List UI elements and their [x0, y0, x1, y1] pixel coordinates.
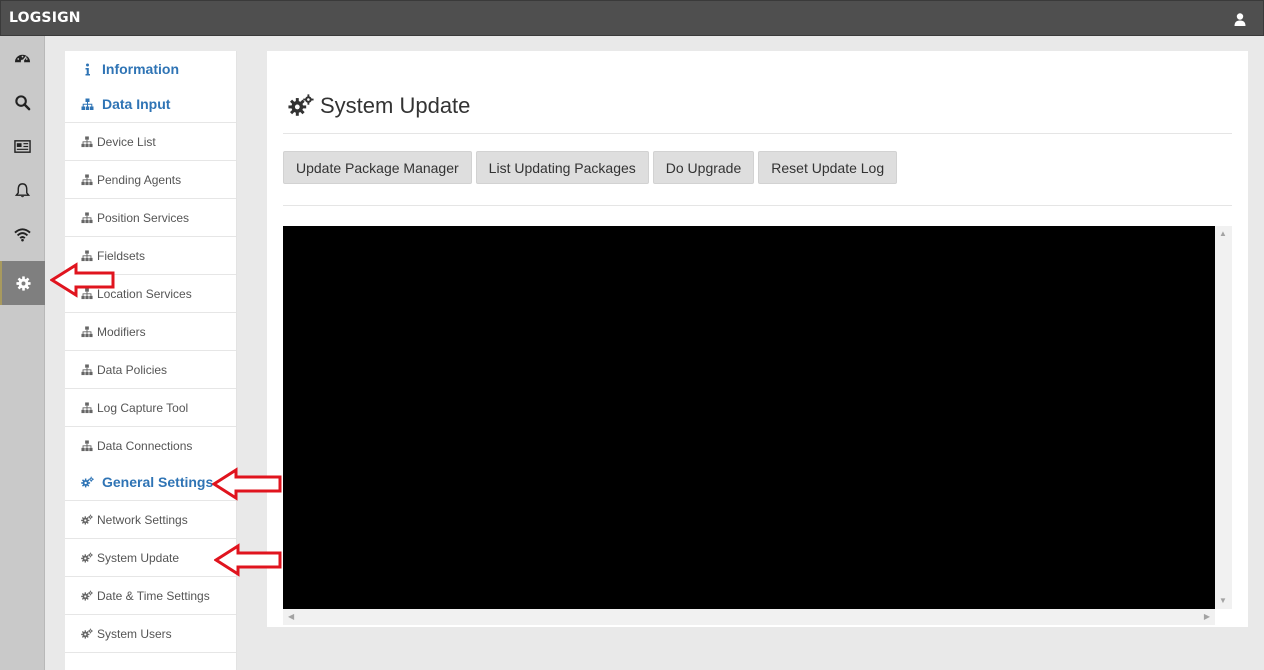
- nav-data-input[interactable]: Data Input: [81, 96, 170, 112]
- nav-item-label: Date & Time Settings: [97, 588, 210, 603]
- search-nav-button[interactable]: [0, 80, 45, 124]
- nav-item-label: Pending Agents: [97, 172, 182, 187]
- divider: [283, 205, 1232, 206]
- do-upgrade-button[interactable]: Do Upgrade: [652, 151, 755, 184]
- nav-item-data-connections[interactable]: Data Connections: [65, 426, 236, 464]
- sitemap-icon: [81, 249, 93, 261]
- sitemap-icon: [81, 135, 93, 147]
- list-updating-packages-button[interactable]: List Updating Packages: [475, 151, 649, 184]
- nav-item-label: Log Capture Tool: [97, 400, 189, 415]
- nav-item-label: Data Policies: [97, 362, 168, 377]
- user-icon[interactable]: [1233, 12, 1247, 26]
- action-buttons: Update Package Manager List Updating Pac…: [283, 151, 901, 184]
- nav-item-modifiers[interactable]: Modifiers: [65, 312, 236, 350]
- sitemap-icon: [81, 401, 93, 413]
- annotation-arrow-left: [214, 543, 282, 577]
- update-log-console[interactable]: [283, 226, 1215, 609]
- divider: [283, 133, 1232, 134]
- gears-icon: [81, 476, 94, 487]
- page-title-text: System Update: [320, 93, 471, 118]
- bell-icon: [14, 182, 31, 197]
- top-bar: LOGSIGN: [0, 0, 1264, 36]
- gears-icon: [81, 514, 93, 525]
- gears-icon: [81, 590, 93, 601]
- dashboard-icon: [14, 54, 31, 63]
- sitemap-icon: [81, 439, 93, 451]
- main-content: System Update Update Package Manager Lis…: [267, 51, 1248, 627]
- sitemap-icon: [81, 211, 93, 223]
- icon-sidebar: [0, 36, 45, 670]
- nav-item-position-services[interactable]: Position Services: [65, 198, 236, 236]
- nav-item-label: Position Services: [97, 210, 190, 225]
- scroll-right-icon[interactable]: ▶: [1204, 612, 1210, 621]
- sitemap-icon: [81, 363, 93, 375]
- gears-icon: [81, 628, 93, 639]
- gears-icon: [288, 94, 314, 116]
- update-package-manager-button[interactable]: Update Package Manager: [283, 151, 472, 184]
- nav-item-label: System Users: [97, 626, 172, 641]
- nav-item-label: System Update: [97, 550, 180, 565]
- sitemap-icon: [81, 325, 93, 337]
- nav-item-label: Fieldsets: [97, 248, 146, 263]
- scroll-down-icon[interactable]: ▼: [1219, 596, 1227, 605]
- scroll-up-icon[interactable]: ▲: [1219, 229, 1227, 238]
- dashboard-nav-button[interactable]: [0, 36, 45, 80]
- nav-item-more[interactable]: [65, 652, 236, 670]
- nav-item-log-capture-tool[interactable]: Log Capture Tool: [65, 388, 236, 426]
- horizontal-scrollbar[interactable]: ◀ ▶: [283, 609, 1215, 625]
- gear-icon: [16, 275, 31, 291]
- brand-logo: LOGSIGN: [9, 10, 81, 26]
- nav-item-date-time-settings[interactable]: Date & Time Settings: [65, 576, 236, 614]
- settings-nav-button[interactable]: [0, 261, 45, 305]
- nav-item-network-settings[interactable]: Network Settings: [65, 500, 236, 538]
- network-nav-button[interactable]: [0, 212, 45, 256]
- nav-item-system-users[interactable]: System Users: [65, 614, 236, 652]
- sitemap-icon: [81, 173, 93, 185]
- page-title: System Update: [288, 93, 470, 119]
- nav-information[interactable]: Information: [81, 61, 179, 77]
- info-icon: [85, 63, 90, 75]
- scroll-left-icon[interactable]: ◀: [288, 612, 294, 621]
- nav-general-settings-label: General Settings: [102, 474, 214, 490]
- nav-item-data-policies[interactable]: Data Policies: [65, 350, 236, 388]
- alerts-nav-button[interactable]: [0, 168, 45, 212]
- nav-item-label: Modifiers: [97, 324, 146, 339]
- annotation-arrow-left: [50, 262, 115, 298]
- nav-item-label: Data Connections: [97, 438, 193, 453]
- search-icon: [15, 94, 31, 110]
- nav-item-system-update[interactable]: System Update: [65, 538, 236, 576]
- settings-navigation: Information Data Input Device List Pendi…: [65, 51, 237, 670]
- newspaper-icon: [14, 139, 31, 153]
- reports-nav-button[interactable]: [0, 124, 45, 168]
- nav-item-label: Device List: [97, 134, 156, 149]
- nav-item-pending-agents[interactable]: Pending Agents: [65, 160, 236, 198]
- nav-data-input-label: Data Input: [102, 96, 171, 112]
- wifi-icon: [14, 227, 31, 241]
- nav-item-label: Network Settings: [97, 512, 188, 527]
- nav-item-device-list[interactable]: Device List: [65, 122, 236, 160]
- reset-update-log-button[interactable]: Reset Update Log: [758, 151, 898, 184]
- vertical-scrollbar[interactable]: ▲ ▼: [1215, 226, 1232, 609]
- sitemap-icon: [81, 98, 94, 110]
- nav-information-label: Information: [102, 61, 179, 77]
- nav-general-settings[interactable]: General Settings: [81, 474, 213, 490]
- annotation-arrow-left: [212, 467, 282, 501]
- gears-icon: [81, 552, 93, 563]
